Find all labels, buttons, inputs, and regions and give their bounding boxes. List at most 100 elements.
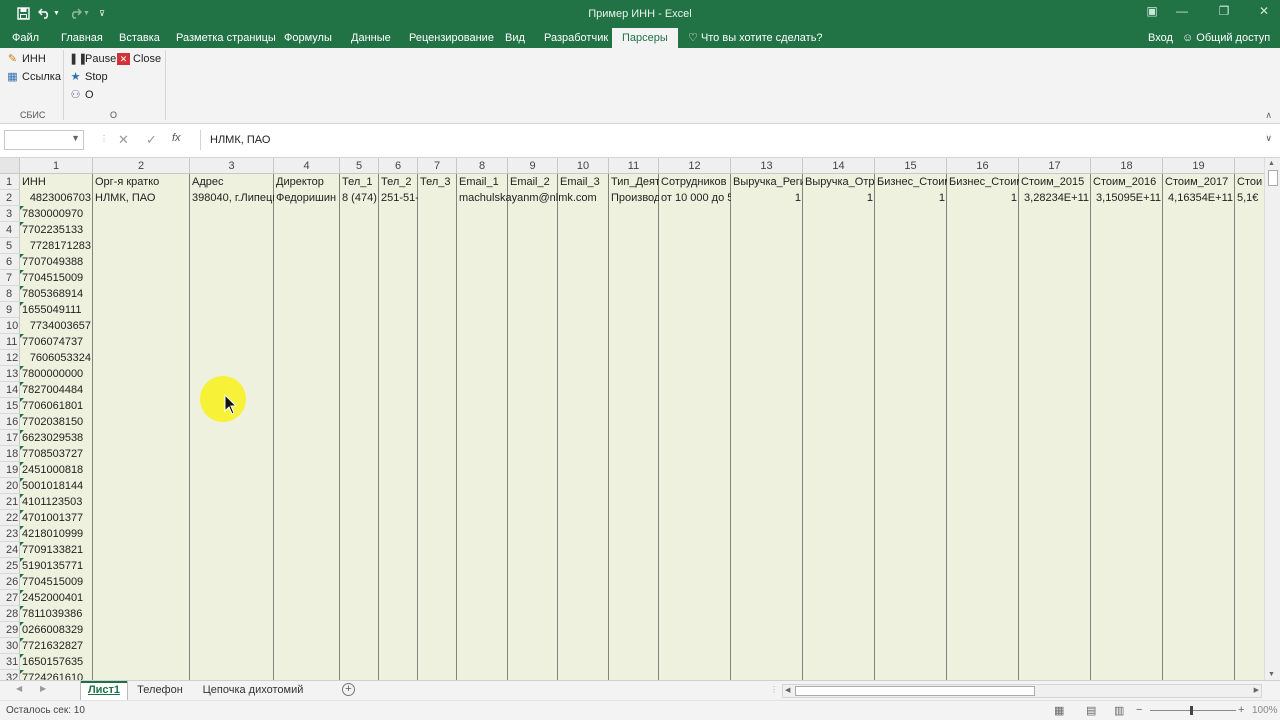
inn-cell[interactable]: 7606053324 (20, 350, 93, 366)
row-header[interactable]: 2 (0, 190, 20, 206)
column-header[interactable]: 13 (731, 158, 803, 174)
split-handle-icon[interactable]: ⋮ (770, 685, 778, 694)
row-header[interactable]: 32 (0, 670, 20, 680)
row-header[interactable]: 9 (0, 302, 20, 318)
inn-cell[interactable]: 1655049111 (20, 302, 93, 318)
stop-button[interactable]: ★ Stop (69, 69, 108, 85)
inn-cell[interactable]: 7706061801 (20, 398, 93, 414)
row-header[interactable]: 1 (0, 174, 20, 190)
select-all-corner[interactable] (0, 158, 20, 174)
vertical-scroll-thumb[interactable] (1268, 170, 1278, 186)
name-box[interactable]: ▼ (4, 130, 84, 150)
row-header[interactable]: 28 (0, 606, 20, 622)
header-cell[interactable]: Выручка_Реги (731, 174, 803, 190)
column-header[interactable]: 11 (609, 158, 659, 174)
collapse-ribbon-icon[interactable]: ∧ (1265, 110, 1272, 121)
prev-sheet-icon[interactable]: ◀ (16, 684, 22, 693)
row-header[interactable]: 10 (0, 318, 20, 334)
share-button[interactable]: ☺ Общий доступ (1180, 28, 1272, 48)
header-cell[interactable]: Адрес (190, 174, 274, 190)
inn-cell[interactable]: 1650157635 (20, 654, 93, 670)
address-cell[interactable]: 398040, г.Липецк (190, 190, 274, 206)
value-2016-cell[interactable]: 3,15095E+11 (1091, 190, 1163, 206)
inn-cell[interactable]: 4823006703 (20, 190, 93, 206)
row-header[interactable]: 13 (0, 366, 20, 382)
tab-file[interactable]: Файл (10, 28, 41, 48)
header-cell[interactable]: Орг-я кратко (93, 174, 190, 190)
row-header[interactable]: 12 (0, 350, 20, 366)
expand-formula-icon[interactable]: ∨ (1265, 133, 1272, 144)
column-header[interactable]: 4 (274, 158, 340, 174)
column-header[interactable]: 3 (190, 158, 274, 174)
next-sheet-icon[interactable]: ▶ (40, 684, 46, 693)
inn-cell[interactable]: 7708503727 (20, 446, 93, 462)
insert-function-icon[interactable]: fx (172, 132, 181, 144)
signin-link[interactable]: Вход (1146, 28, 1175, 48)
director-cell[interactable]: Федоришин (274, 190, 340, 206)
inn-cell[interactable]: 7728171283 (20, 238, 93, 254)
inn-cell[interactable]: 7706074737 (20, 334, 93, 350)
column-header[interactable]: 16 (947, 158, 1019, 174)
header-cell[interactable]: Директор (274, 174, 340, 190)
column-header[interactable]: 9 (508, 158, 558, 174)
header-cell[interactable]: Тел_3 (418, 174, 457, 190)
scroll-right-icon[interactable]: ▶ (1254, 686, 1259, 694)
value-2017-cell[interactable]: 4,16354E+11 (1163, 190, 1235, 206)
inn-cell[interactable]: 7805368914 (20, 286, 93, 302)
business-value-cell[interactable]: 1 (947, 190, 1019, 206)
header-cell[interactable]: Тел_1 (340, 174, 379, 190)
formula-input[interactable]: НЛМК, ПАО (200, 130, 1274, 150)
tel2-cell[interactable]: 251-51-16 (379, 190, 418, 206)
page-break-icon[interactable]: ▥ (1114, 704, 1124, 717)
column-header[interactable]: 14 (803, 158, 875, 174)
employees-cell[interactable]: от 10 000 до 50 (659, 190, 731, 206)
column-header[interactable] (1235, 158, 1264, 174)
zoom-slider[interactable] (1150, 710, 1236, 711)
row-header[interactable]: 4 (0, 222, 20, 238)
row-header[interactable]: 11 (0, 334, 20, 350)
link-button[interactable]: ▦ Ссылка (6, 69, 61, 85)
drag-handle-icon[interactable]: ⋮ (100, 134, 108, 143)
scroll-down-icon[interactable]: ▼ (1268, 671, 1275, 678)
sheet-tab-phone[interactable]: Телефон (128, 681, 192, 701)
row-header[interactable]: 7 (0, 270, 20, 286)
scroll-up-icon[interactable]: ▲ (1268, 160, 1275, 167)
value-2018-cell[interactable]: 5,1€ (1235, 190, 1264, 206)
row-header[interactable]: 19 (0, 462, 20, 478)
ribbon-options-icon[interactable]: ▣ (1142, 4, 1162, 22)
column-header[interactable]: 7 (418, 158, 457, 174)
scroll-left-icon[interactable]: ◀ (785, 686, 790, 694)
row-header[interactable]: 17 (0, 430, 20, 446)
zoom-level[interactable]: 100% (1252, 705, 1278, 716)
inn-cell[interactable]: 5001018144 (20, 478, 93, 494)
column-header[interactable]: 12 (659, 158, 731, 174)
row-header[interactable]: 5 (0, 238, 20, 254)
header-cell[interactable]: Выручка_Отр (803, 174, 875, 190)
minimize-icon[interactable]: — (1172, 4, 1192, 22)
tab-developer[interactable]: Разработчик (542, 28, 610, 48)
inn-cell[interactable]: 6623029538 (20, 430, 93, 446)
add-sheet-icon[interactable]: + (342, 683, 355, 696)
row-header[interactable]: 24 (0, 542, 20, 558)
tab-insert[interactable]: Вставка (117, 28, 162, 48)
column-header[interactable]: 6 (379, 158, 418, 174)
pause-button[interactable]: ❚❚ Pause (69, 51, 116, 67)
normal-view-icon[interactable]: ▦ (1054, 704, 1064, 717)
sheet-tab-list1[interactable]: Лист1 (80, 681, 128, 701)
inn-button[interactable]: ✎ ИНН (6, 51, 46, 67)
row-header[interactable]: 3 (0, 206, 20, 222)
column-header[interactable]: 15 (875, 158, 947, 174)
column-header[interactable]: 18 (1091, 158, 1163, 174)
org-cell[interactable]: НЛМК, ПАО (93, 190, 190, 206)
tab-view[interactable]: Вид (503, 28, 527, 48)
cancel-icon[interactable]: ✕ (118, 132, 129, 148)
column-header[interactable]: 5 (340, 158, 379, 174)
tab-parsers[interactable]: Парсеры (612, 28, 678, 48)
tab-formulas[interactable]: Формулы (282, 28, 334, 48)
close-macro-button[interactable]: ✕ Close (117, 51, 161, 67)
header-cell[interactable]: Тел_2 (379, 174, 418, 190)
column-header[interactable]: 8 (457, 158, 508, 174)
row-header[interactable]: 22 (0, 510, 20, 526)
tel1-cell[interactable]: 8 (474) (340, 190, 379, 206)
column-header[interactable]: 2 (93, 158, 190, 174)
